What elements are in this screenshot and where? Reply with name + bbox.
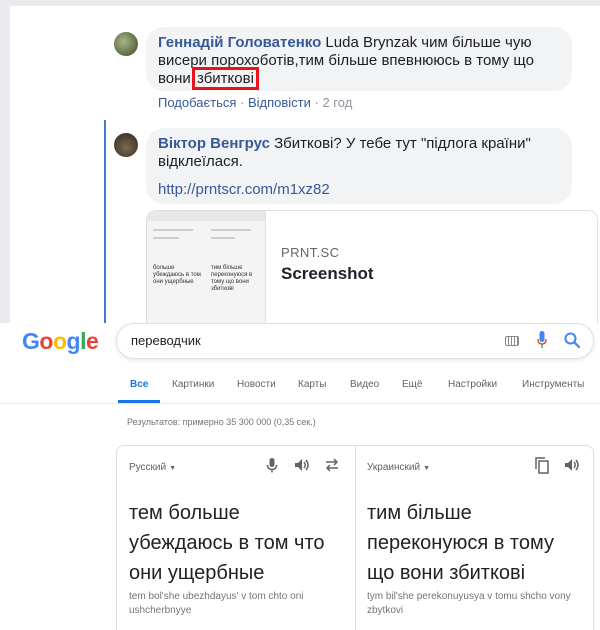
action-separator: · bbox=[236, 95, 248, 110]
link-preview-card[interactable]: больше убеждаюсь в том они ущербные тим … bbox=[146, 210, 598, 323]
logo-letter: o bbox=[52, 328, 67, 354]
tab-all[interactable]: Все bbox=[130, 379, 148, 390]
target-transliteration: tym bil'she perekonuyusya v tomu shcho v… bbox=[367, 591, 571, 616]
thumbnail-header bbox=[147, 211, 265, 221]
highlighted-word: збиткові bbox=[191, 67, 259, 90]
copy-icon[interactable] bbox=[533, 456, 551, 474]
top-divider bbox=[0, 0, 600, 6]
facebook-comments-panel: Геннадій Головатенко Luda Brynzak чим бі… bbox=[0, 0, 600, 323]
tabs-divider bbox=[0, 403, 600, 404]
thumbnail-text: тим більше переконуюся в тому що вони зб… bbox=[211, 265, 253, 292]
avatar[interactable] bbox=[114, 133, 138, 157]
keyboard-icon[interactable] bbox=[505, 336, 519, 346]
comment-author[interactable]: Віктор Венгрус bbox=[158, 135, 270, 152]
source-language-select[interactable]: Русский ▼ bbox=[129, 462, 176, 473]
microphone-icon[interactable] bbox=[263, 456, 281, 474]
avatar[interactable] bbox=[114, 32, 138, 56]
tab-tools[interactable]: Инструменты bbox=[522, 379, 584, 390]
action-separator: · bbox=[310, 95, 323, 110]
caret-down-icon: ▼ bbox=[169, 465, 177, 472]
translated-text: тим більше переконуюся в тому що вони зб… bbox=[367, 502, 554, 584]
tab-news[interactable]: Новости bbox=[237, 379, 276, 390]
thumbnail-line bbox=[211, 237, 235, 239]
search-input[interactable]: переводчик bbox=[131, 333, 201, 348]
source-transliteration: tem bol'she ubezhdayus' v tom chto oni u… bbox=[129, 591, 304, 616]
thumbnail-line bbox=[153, 229, 193, 231]
logo-letter: G bbox=[22, 328, 40, 354]
tab-more[interactable]: Ещё bbox=[402, 379, 422, 390]
google-search-panel: Google переводчик Все Картинки Новости К… bbox=[0, 323, 600, 630]
left-gutter bbox=[0, 0, 10, 323]
comment-timestamp[interactable]: 2 год bbox=[322, 95, 352, 110]
tab-images[interactable]: Картинки bbox=[172, 379, 214, 390]
caret-down-icon: ▼ bbox=[423, 465, 430, 472]
tab-maps[interactable]: Карты bbox=[298, 379, 327, 390]
logo-letter: e bbox=[85, 328, 99, 354]
translator-card: Русский ▼ Украинский ▼ тем больше убеждаюс… bbox=[116, 445, 594, 630]
speaker-icon[interactable] bbox=[563, 456, 581, 474]
search-box[interactable]: переводчик bbox=[116, 323, 594, 359]
search-icon[interactable] bbox=[563, 331, 581, 349]
comment-bubble: Віктор Венгрус Збиткові? У тебе тут "під… bbox=[146, 128, 572, 204]
target-language-label: Украинский bbox=[367, 462, 421, 473]
comment-actions: Подобається · Відповісти · 2 год bbox=[158, 95, 352, 110]
thumbnail-line bbox=[211, 229, 251, 231]
logo-letter: g bbox=[66, 328, 81, 354]
comment-bubble: Геннадій Головатенко Luda Brynzak чим бі… bbox=[146, 27, 572, 91]
result-stats: Результатов: примерно 35 300 000 (0,35 с… bbox=[127, 417, 316, 427]
thumbnail-text: больше убеждаюсь в том они ущербные bbox=[153, 265, 201, 285]
source-language-label: Русский bbox=[129, 462, 167, 473]
google-logo[interactable]: Google bbox=[22, 328, 99, 355]
source-text[interactable]: тем больше убеждаюсь в том что они ущерб… bbox=[129, 498, 343, 588]
comment-author[interactable]: Геннадій Головатенко bbox=[158, 34, 321, 51]
logo-letter: o bbox=[39, 328, 53, 354]
search-tabs: Все Картинки Новости Карты Видео Ещё Нас… bbox=[0, 377, 600, 403]
microphone-icon[interactable] bbox=[537, 331, 547, 349]
thumbnail-line bbox=[153, 237, 179, 239]
target-language-select[interactable]: Украинский ▼ bbox=[367, 462, 430, 473]
preview-thumbnail: больше убеждаюсь в том они ущербные тим … bbox=[147, 211, 266, 323]
reply-thread-line bbox=[104, 120, 106, 323]
speaker-icon[interactable] bbox=[293, 456, 311, 474]
preview-domain: PRNT.SC bbox=[281, 245, 340, 260]
translator-divider bbox=[355, 446, 356, 630]
tab-videos[interactable]: Видео bbox=[350, 379, 379, 390]
tab-settings[interactable]: Настройки bbox=[448, 379, 497, 390]
comment-link[interactable]: http://prntscr.com/m1xz82 bbox=[158, 181, 560, 199]
preview-title[interactable]: Screenshot bbox=[281, 264, 374, 284]
reply-link[interactable]: Відповісти bbox=[248, 95, 311, 110]
swap-languages-icon[interactable] bbox=[323, 456, 341, 474]
like-link[interactable]: Подобається bbox=[158, 95, 236, 110]
